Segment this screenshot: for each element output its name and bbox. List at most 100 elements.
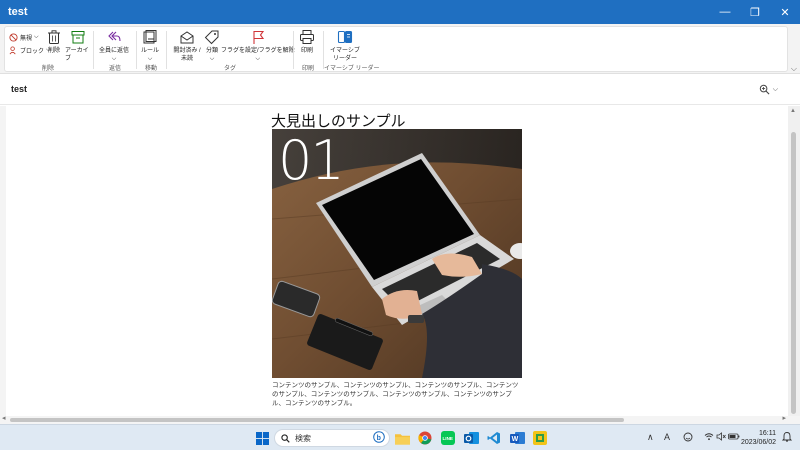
flag-button[interactable]: フラグを設定/フラグを解除 ⌵: [221, 29, 295, 63]
print-button[interactable]: 印刷: [299, 29, 315, 55]
reply-all-label: 全員に返信: [99, 48, 130, 54]
battery-icon[interactable]: [728, 432, 740, 443]
read-unread-label: 開封済み / 未読: [173, 48, 201, 62]
close-button[interactable]: ✕: [770, 0, 800, 24]
message-header: test ⌵: [0, 75, 800, 105]
app-icon[interactable]: [532, 430, 548, 446]
respond-group-label: 返信: [108, 66, 121, 72]
svg-text:W: W: [511, 436, 518, 443]
ime-mode[interactable]: A: [664, 432, 670, 442]
scroll-right-icon[interactable]: ▸: [782, 414, 786, 422]
vertical-scrollbar[interactable]: ▲: [788, 106, 800, 422]
delete-button[interactable]: 削除: [46, 29, 62, 55]
reply-all-icon: [108, 31, 121, 42]
window-title: test: [8, 6, 28, 18]
scroll-left-icon[interactable]: ◂: [2, 414, 6, 422]
print-group-label: 印刷: [301, 66, 314, 72]
print-group: 印刷 印刷: [294, 27, 322, 73]
ime-emoji-icon[interactable]: [683, 432, 693, 444]
print-label: 印刷: [300, 48, 313, 54]
outlook-icon[interactable]: [463, 430, 479, 446]
horizontal-scroll-thumb[interactable]: [10, 418, 624, 422]
chevron-down-icon: ⌵: [255, 56, 261, 62]
wifi-icon[interactable]: [704, 432, 714, 443]
start-button[interactable]: [254, 430, 270, 446]
horizontal-scrollbar[interactable]: ◂ ▸: [0, 414, 800, 424]
tray-overflow-icon[interactable]: ∧: [647, 432, 654, 443]
archive-label: アーカイブ: [65, 48, 89, 62]
flag-label: フラグを設定/フラグを解除: [221, 48, 295, 54]
ignore-button[interactable]: 無視 ⌵: [9, 33, 39, 42]
vertical-scroll-thumb[interactable]: [791, 132, 796, 414]
delete-label: 削除: [47, 48, 60, 54]
move-group-label: 移動: [144, 66, 157, 72]
taskbar-search[interactable]: 検索 b: [274, 429, 390, 447]
envelope-open-icon: [180, 31, 194, 44]
image-number-overlay: 01: [278, 129, 345, 192]
categorize-button[interactable]: 分類 ⌵: [204, 29, 220, 63]
svg-text:LINE: LINE: [443, 436, 453, 441]
ignore-icon: [9, 33, 18, 42]
chevron-down-icon: ⌵: [34, 34, 39, 40]
word-icon[interactable]: W: [509, 430, 525, 446]
taskbar: 検索 b LINE W ∧ A 16:11 2023/06/02: [0, 424, 800, 450]
ribbon-collapse-icon[interactable]: ⌵: [791, 64, 797, 74]
zoom-icon: [759, 84, 770, 95]
trash-icon: [48, 30, 60, 44]
chevron-down-icon: ⌵: [111, 56, 117, 62]
rules-label: ルール: [141, 48, 160, 54]
reply-all-button[interactable]: 全員に返信 ⌵: [99, 29, 129, 63]
respond-group: 全員に返信 ⌵ 返信: [95, 27, 135, 73]
move-group: ルール ⌵ 移動: [137, 27, 165, 73]
minimize-button[interactable]: —: [710, 0, 740, 24]
ignore-label: 無視: [20, 36, 33, 42]
laptop-photo: 01: [272, 129, 522, 378]
svg-text:b: b: [377, 435, 381, 442]
clock-time: 16:11: [759, 430, 776, 437]
printer-icon: [300, 30, 314, 44]
line-app-icon[interactable]: LINE: [440, 430, 456, 446]
archive-icon: [71, 31, 85, 44]
file-explorer-icon[interactable]: [394, 430, 410, 446]
message-subject: test: [11, 84, 28, 94]
message-heading: 大見出しのサンプル: [271, 112, 406, 130]
search-icon: [281, 433, 290, 443]
delete-group: 無視 ⌵ ブロック ⌵ 削除 アーカイブ 削除: [5, 27, 91, 73]
immersive-group-label: イマーシブ リーダー: [324, 66, 380, 72]
bing-icon: b: [373, 431, 385, 445]
scroll-up-icon[interactable]: ▲: [790, 108, 796, 114]
clock[interactable]: 16:11 2023/06/02: [741, 429, 776, 447]
speaker-muted-icon[interactable]: [716, 432, 726, 443]
ribbon-panel: 無視 ⌵ ブロック ⌵ 削除 アーカイブ 削除 全員に返信 ⌵ 返信 ルール ⌵…: [4, 26, 788, 72]
search-placeholder: 検索: [295, 433, 311, 443]
rules-button[interactable]: ルール ⌵: [141, 29, 159, 63]
block-label: ブロック: [20, 49, 45, 55]
tag-icon: [204, 30, 219, 45]
restore-button[interactable]: ❐: [740, 0, 770, 24]
chrome-icon[interactable]: [417, 430, 433, 446]
tags-group: 開封済み / 未読 分類 ⌵ フラグを設定/フラグを解除 ⌵ タグ: [167, 27, 295, 73]
message-body-text: コンテンツのサンプル、コンテンツのサンプル、コンテンツのサンプル、コンテンツのサ…: [272, 382, 519, 407]
immersive-reader-icon: [337, 30, 353, 44]
chevron-down-icon: ⌵: [772, 85, 778, 93]
block-button[interactable]: ブロック ⌵: [9, 46, 51, 55]
rules-icon: [143, 30, 157, 44]
read-unread-button[interactable]: 開封済み / 未読: [170, 29, 204, 63]
tags-group-label: タグ: [223, 66, 236, 72]
archive-button[interactable]: アーカイブ: [65, 29, 91, 63]
notification-bell-icon[interactable]: [781, 431, 793, 444]
reading-pane: 大見出しのサンプル 01 コンテンツのサンプル、コンテンツのサンプル、コンテンツ…: [0, 106, 800, 422]
clock-date: 2023/06/02: [740, 439, 776, 446]
group-divider: [93, 31, 94, 69]
immersive-reader-button[interactable]: イマーシブ リーダー: [330, 29, 360, 63]
zoom-button[interactable]: ⌵: [759, 84, 778, 95]
vscode-icon[interactable]: [486, 430, 502, 446]
chevron-down-icon: ⌵: [147, 56, 153, 62]
immersive-reader-label: イマーシブ リーダー: [330, 48, 360, 62]
message-body: 大見出しのサンプル 01 コンテンツのサンプル、コンテンツのサンプル、コンテンツ…: [6, 106, 788, 422]
block-user-icon: [9, 46, 16, 55]
categorize-label: 分類: [205, 48, 218, 54]
title-bar: test — ❐ ✕: [0, 0, 800, 24]
windows-logo-icon: [255, 431, 269, 445]
flag-icon: [253, 30, 264, 44]
